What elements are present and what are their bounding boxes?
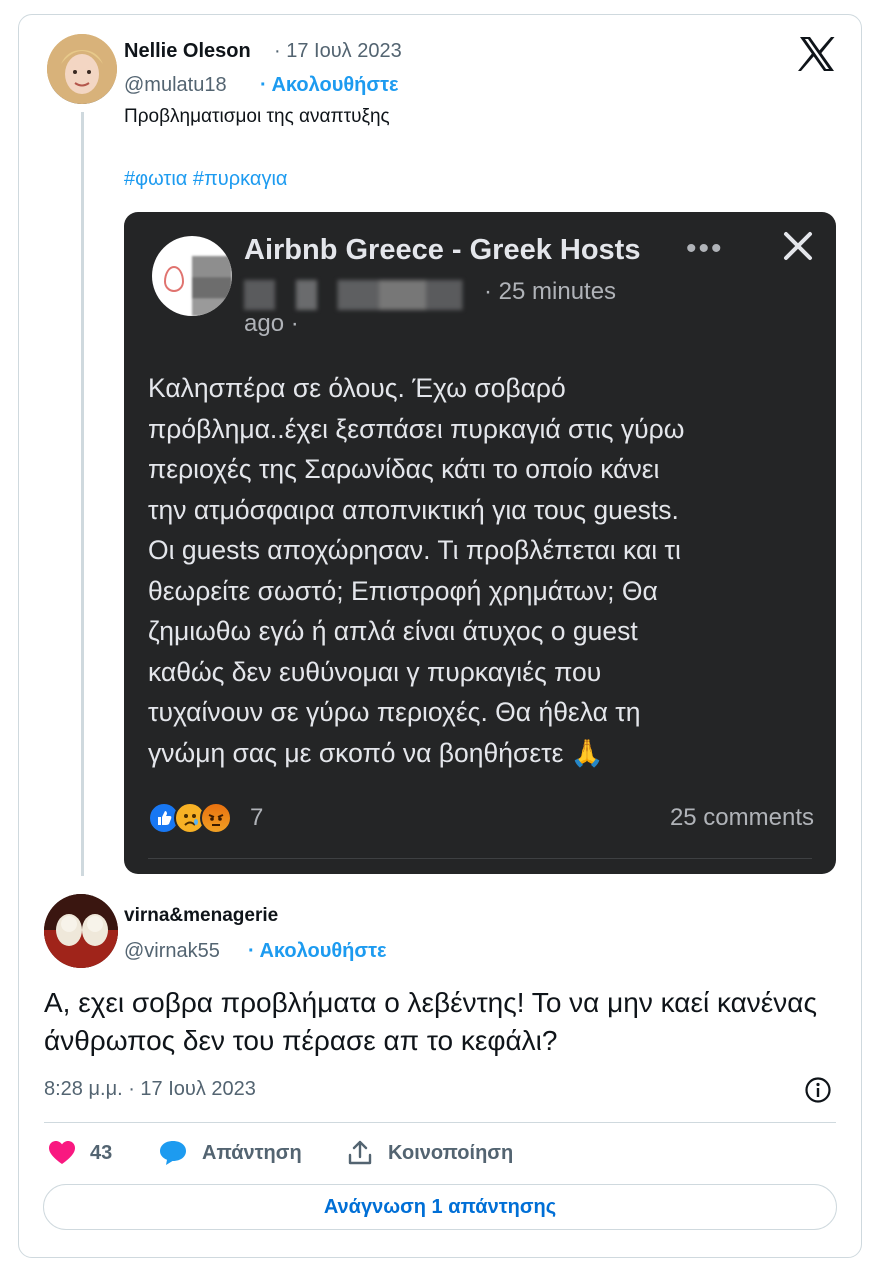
follow-button[interactable]: · Ακολουθήστε <box>260 74 399 97</box>
group-avatar <box>152 236 232 316</box>
like-button[interactable]: 43 <box>48 1138 112 1168</box>
post-time-cont: ago · <box>244 310 299 337</box>
divider <box>148 858 812 859</box>
tweet-date[interactable]: · 17 Ιουλ 2023 <box>274 40 402 63</box>
like-count: 43 <box>90 1141 113 1164</box>
blurred-poster-name <box>244 280 504 310</box>
avatar[interactable] <box>44 894 118 968</box>
author-handle[interactable]: @virnak55 <box>124 940 220 963</box>
hashtags-link[interactable]: #φωτια #πυρκαγια <box>124 168 287 191</box>
x-logo-icon[interactable] <box>798 36 836 72</box>
heart-icon <box>49 1141 75 1164</box>
follow-button[interactable]: · Ακολουθήστε <box>248 940 387 963</box>
close-icon <box>780 228 816 264</box>
author-handle[interactable]: @mulatu18 <box>124 74 227 97</box>
info-icon[interactable] <box>804 1076 832 1104</box>
share-icon <box>348 1140 372 1165</box>
thread-line <box>81 112 84 876</box>
author-name[interactable]: virna&menagerie <box>124 905 278 927</box>
divider <box>44 1122 836 1123</box>
avatar[interactable] <box>47 34 117 104</box>
tweet-timestamp[interactable]: 8:28 μ.μ. · 17 Ιουλ 2023 <box>44 1078 256 1101</box>
map-pin-icon <box>164 266 184 292</box>
read-replies-button[interactable]: Ανάγνωση 1 απάντησης <box>43 1184 837 1230</box>
reactions <box>148 802 258 836</box>
reply-label: Απάντηση <box>202 1141 302 1164</box>
tweet-text: Α, εχει σοβρα προβλήματα ο λεβέντης! Το … <box>44 987 817 1056</box>
reply-bubble-icon <box>160 1141 186 1165</box>
more-icon: ••• <box>686 232 724 265</box>
tweet-text: Προβληματισμοι της αναπτυξης <box>124 106 390 127</box>
share-label: Κοινοποίηση <box>388 1141 514 1164</box>
post-time: · 25 minutes <box>484 278 617 305</box>
reaction-count: 7 <box>250 804 264 831</box>
blurred-avatar <box>192 256 232 316</box>
comment-count: 25 comments <box>669 804 814 831</box>
reply-button[interactable]: Απάντηση <box>158 1138 302 1168</box>
embedded-post-screenshot[interactable]: Airbnb Greece - Greek Hosts ••• · 25 min… <box>124 212 836 874</box>
group-name: Airbnb Greece - Greek Hosts <box>244 234 641 266</box>
angry-reaction-icon <box>200 802 232 834</box>
share-button[interactable]: Κοινοποίηση <box>346 1138 513 1168</box>
author-name[interactable]: Nellie Oleson <box>124 40 251 63</box>
post-body: Καλησπέρα σε όλους. Έχω σοβαρό πρόβλημα.… <box>148 373 685 768</box>
